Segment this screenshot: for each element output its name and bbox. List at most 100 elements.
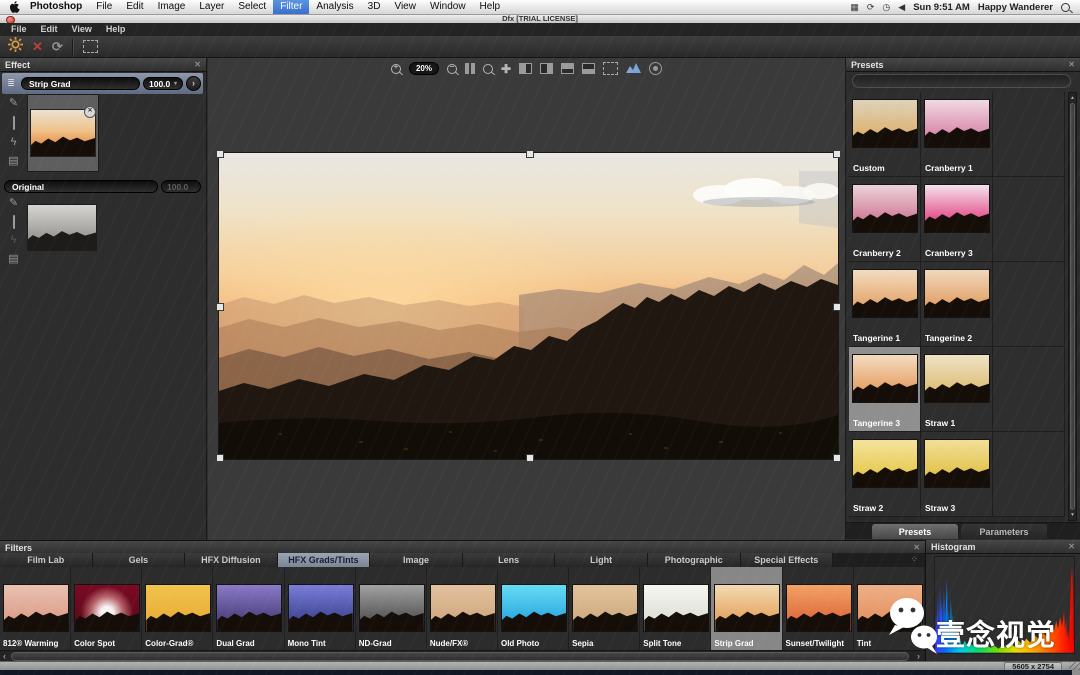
effect-opacity-field[interactable]: 100.0 ▾ bbox=[143, 77, 183, 90]
preset-item-straw-1[interactable]: Straw 1 bbox=[921, 347, 993, 432]
pan-icon[interactable]: ✚ bbox=[501, 63, 511, 75]
resize-handle[interactable] bbox=[526, 150, 534, 158]
edit-original-icon[interactable]: ✎ bbox=[5, 196, 22, 211]
filter-tab-lens[interactable]: Lens bbox=[462, 553, 556, 567]
histogram-panel-close-icon[interactable]: ✕ bbox=[1068, 542, 1075, 551]
sync-tray-icon[interactable]: ⟳ bbox=[867, 2, 875, 13]
tab-presets[interactable]: Presets bbox=[872, 524, 958, 539]
effect-name-field[interactable]: Strip Grad bbox=[21, 77, 140, 90]
macos-menu-filter[interactable]: Filter bbox=[273, 0, 310, 14]
preview-image[interactable] bbox=[149, 150, 841, 462]
preview-monitor-icon[interactable] bbox=[5, 116, 22, 131]
filter-tab-light[interactable]: Light bbox=[555, 553, 648, 567]
split-vertical-left-icon[interactable] bbox=[519, 63, 533, 74]
app-menu-edit[interactable]: Edit bbox=[34, 23, 65, 36]
app-menu-view[interactable]: View bbox=[65, 23, 99, 36]
split-horizontal-bottom-icon[interactable] bbox=[582, 63, 596, 74]
scrollbar-thumb[interactable] bbox=[1070, 103, 1075, 510]
macos-menu-3d[interactable]: 3D bbox=[361, 0, 388, 14]
original-name-field[interactable]: Original bbox=[4, 180, 158, 193]
layers-icon[interactable]: ▤ bbox=[5, 154, 22, 169]
effect-thumbnail-well[interactable]: ✕ bbox=[27, 94, 99, 172]
app-menu-file[interactable]: File bbox=[4, 23, 34, 36]
resize-handle[interactable] bbox=[216, 454, 224, 462]
filter-item-nude-fx[interactable]: Nude/FX® bbox=[426, 567, 498, 650]
region-zoom-icon[interactable] bbox=[482, 63, 493, 74]
filters-panel-close-icon[interactable]: ✕ bbox=[913, 543, 920, 552]
app-menu-help[interactable]: Help bbox=[99, 23, 133, 36]
macos-menu-window[interactable]: Window bbox=[423, 0, 473, 14]
edit-effect-icon[interactable]: ✎ bbox=[5, 96, 22, 111]
preset-item-tangerine-3[interactable]: Tangerine 3 bbox=[849, 347, 921, 432]
filter-item-split-tone[interactable]: Split Tone bbox=[640, 567, 712, 650]
resize-handle[interactable] bbox=[833, 150, 841, 158]
zoom-in-icon[interactable] bbox=[390, 62, 401, 74]
preset-item-straw-2[interactable]: Straw 2 bbox=[849, 432, 921, 517]
expand-chevron-icon[interactable]: › bbox=[186, 76, 201, 91]
scroll-down-icon[interactable]: ▼ bbox=[1069, 512, 1076, 518]
filter-item-sunset-twilight[interactable]: Sunset/Twilight bbox=[782, 567, 854, 650]
macos-menu-view[interactable]: View bbox=[387, 0, 423, 14]
macos-menu-photoshop[interactable]: Photoshop bbox=[23, 0, 89, 14]
original-layers-icon[interactable]: ▤ bbox=[5, 252, 22, 267]
filter-item-sepia[interactable]: Sepia bbox=[569, 567, 641, 650]
zoom-out-icon[interactable] bbox=[446, 62, 457, 74]
macos-menu-select[interactable]: Select bbox=[231, 0, 273, 14]
resize-handle[interactable] bbox=[216, 150, 224, 158]
preset-item-tangerine-1[interactable]: Tangerine 1 bbox=[849, 262, 921, 347]
filter-tab-hfx-grads-tints[interactable]: HFX Grads/Tints bbox=[277, 553, 371, 567]
volume-tray-icon[interactable]: ◀ bbox=[898, 2, 905, 13]
filter-item-color-grad[interactable]: Color-Grad® bbox=[142, 567, 214, 650]
filter-item-812-warming[interactable]: 812® Warming bbox=[0, 567, 72, 650]
original-thumbnail[interactable] bbox=[27, 204, 97, 251]
compare-split-icon[interactable] bbox=[464, 63, 475, 74]
fit-frame-icon[interactable] bbox=[603, 62, 619, 75]
macos-menu-image[interactable]: Image bbox=[151, 0, 193, 14]
preview-circle-icon[interactable] bbox=[649, 62, 663, 75]
preset-item-custom[interactable]: Custom bbox=[849, 92, 921, 177]
scroll-up-icon[interactable]: ▲ bbox=[1069, 95, 1076, 101]
macos-menu-analysis[interactable]: Analysis bbox=[309, 0, 360, 14]
clock-tray-icon[interactable]: ◷ bbox=[882, 2, 890, 13]
filter-item-old-photo[interactable]: Old Photo bbox=[497, 567, 570, 650]
preset-item-straw-3[interactable]: Straw 3 bbox=[921, 432, 993, 517]
spotlight-search-icon[interactable] bbox=[1061, 2, 1070, 12]
menubar-clock[interactable]: Sun 9:51 AM bbox=[913, 2, 970, 13]
filter-tab-special-effects[interactable]: Special Effects bbox=[740, 553, 834, 567]
filter-item-color-spot[interactable]: Color Spot bbox=[71, 567, 143, 650]
cancel-icon[interactable]: ✕ bbox=[32, 39, 43, 54]
macos-menu-help[interactable]: Help bbox=[473, 0, 508, 14]
scrollbar-thumb[interactable] bbox=[11, 652, 909, 661]
preset-search-field[interactable] bbox=[852, 74, 1071, 88]
original-monitor-icon[interactable] bbox=[5, 215, 22, 230]
macos-menu-file[interactable]: File bbox=[89, 0, 119, 14]
resize-handle[interactable] bbox=[833, 454, 841, 462]
filter-item-mono-tint[interactable]: Mono Tint bbox=[284, 567, 356, 650]
filter-tab-image[interactable]: Image bbox=[370, 553, 463, 567]
preset-item-cranberry-2[interactable]: Cranberry 2 bbox=[849, 177, 921, 262]
split-horizontal-top-icon[interactable] bbox=[561, 63, 575, 74]
view-options-icon[interactable]: ⁘ bbox=[910, 554, 919, 565]
macos-menu-edit[interactable]: Edit bbox=[119, 0, 150, 14]
filter-tab-film-lab[interactable]: Film Lab bbox=[0, 553, 93, 567]
original-layer-row[interactable]: Original 100.0 bbox=[2, 176, 203, 197]
preset-item-cranberry-1[interactable]: Cranberry 1 bbox=[921, 92, 993, 177]
filter-item-strip-grad[interactable]: Strip Grad bbox=[711, 567, 783, 650]
display-tray-icon[interactable]: ▦ bbox=[850, 2, 859, 13]
histogram-toggle-icon[interactable] bbox=[626, 60, 642, 78]
effect-panel-close-icon[interactable]: ✕ bbox=[194, 60, 201, 69]
remove-effect-icon[interactable]: ✕ bbox=[84, 106, 96, 118]
resize-handle[interactable] bbox=[216, 303, 224, 311]
filter-tab-photographic[interactable]: Photographic bbox=[647, 553, 741, 567]
preset-item-tangerine-2[interactable]: Tangerine 2 bbox=[921, 262, 993, 347]
macos-menu-layer[interactable]: Layer bbox=[192, 0, 231, 14]
filter-item-nd-grad[interactable]: ND-Grad bbox=[355, 567, 427, 650]
filter-tab-gels[interactable]: Gels bbox=[92, 553, 186, 567]
filter-item-dual-grad[interactable]: Dual Grad bbox=[213, 567, 285, 650]
reset-icon[interactable]: ⟳ bbox=[52, 39, 63, 54]
render-lightning-icon[interactable]: ϟ bbox=[5, 135, 22, 150]
resize-handle[interactable] bbox=[833, 303, 841, 311]
presets-scrollbar[interactable]: ▲ ▼ bbox=[1068, 92, 1077, 521]
menubar-user[interactable]: Happy Wanderer bbox=[978, 2, 1053, 13]
marquee-select-icon[interactable] bbox=[82, 40, 98, 53]
